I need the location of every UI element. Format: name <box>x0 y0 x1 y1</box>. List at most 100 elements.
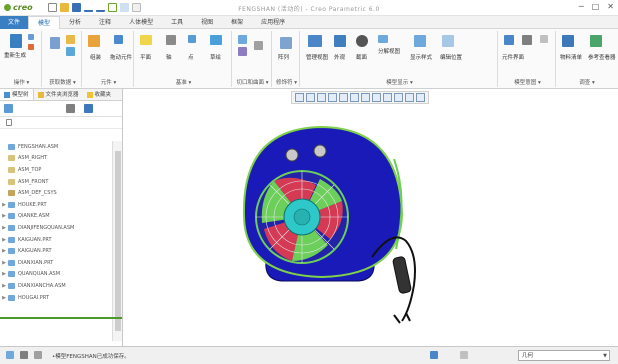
tab-model-tree[interactable]: 模型树 <box>0 89 34 100</box>
tree-item[interactable]: ASM_RIGHT <box>0 153 112 165</box>
group-label: 模型意图 ▾ <box>514 80 541 86</box>
extrude-icon[interactable] <box>238 35 247 44</box>
assemble-button-icon[interactable] <box>88 35 100 47</box>
bom-button[interactable]: 物料清单 <box>560 53 582 61</box>
tree-item[interactable]: ▶ QUANQUAN.ASM <box>0 269 112 281</box>
reference-viewer-icon[interactable] <box>590 35 602 47</box>
bom-icon[interactable] <box>562 35 574 47</box>
tree-item[interactable]: ▶ QIANKE.ASM <box>0 211 112 223</box>
skeleton-model-icon[interactable] <box>522 35 532 45</box>
maximize-button[interactable]: □ <box>592 2 600 11</box>
group-model-intent: 元件界面 模型意图 ▾ <box>500 31 556 87</box>
tree-scrollbar[interactable] <box>112 141 122 341</box>
tree-item[interactable]: ▶ HOUGAI.PRT <box>0 292 112 304</box>
display-style-icon[interactable] <box>414 35 426 47</box>
delete-icon[interactable] <box>28 44 34 50</box>
group-component: 组装 拖动元件 元件 ▾ <box>84 31 134 87</box>
model-tree-toolbar <box>0 101 122 117</box>
minimize-button[interactable]: ─ <box>579 2 584 11</box>
group-datum: 平面 轴 点 草绘 基准 ▾ <box>136 31 232 87</box>
window-title: FENGSHAN (活动的) - Creo Parametric 6.0 <box>238 6 380 13</box>
section-button[interactable]: 截面 <box>356 53 367 61</box>
insert-here-indicator <box>0 317 122 319</box>
sketch-button[interactable]: 草绘 <box>210 53 221 61</box>
tree-root[interactable]: FENGSHAN.ASM <box>0 141 112 153</box>
display-style-button[interactable]: 显示样式 <box>410 53 432 61</box>
tree-item[interactable]: ▶ DIANXIANCHA.ASM <box>0 280 112 292</box>
tab-tools[interactable]: 工具 <box>162 16 192 29</box>
tab-model[interactable]: 模型 <box>28 16 61 29</box>
tab-framework[interactable]: 框架 <box>222 16 252 29</box>
tab-favorites[interactable]: 收藏夹 <box>83 89 116 100</box>
tree-view-icon[interactable] <box>4 104 13 113</box>
point-button[interactable]: 点 <box>188 53 194 61</box>
manage-views-icon[interactable] <box>308 35 322 47</box>
package-icon[interactable] <box>66 47 75 56</box>
status-bar: •模型FENGSHAN已成功保存。 几何 ▼ <box>0 346 618 364</box>
regenerate-icon[interactable] <box>10 34 22 48</box>
axis-button[interactable]: 轴 <box>166 53 172 61</box>
browser-toggle-icon[interactable] <box>34 351 42 359</box>
revolve-icon[interactable] <box>238 47 247 56</box>
tab-manikin[interactable]: 人体模型 <box>120 16 162 29</box>
point-icon[interactable] <box>188 35 196 43</box>
tree-item[interactable]: ▶ DIANXIAN.PRT <box>0 257 112 269</box>
plane-icon[interactable] <box>140 35 152 45</box>
fan-model[interactable] <box>124 89 618 346</box>
sketch-icon[interactable] <box>210 35 222 45</box>
component-interface-icon[interactable] <box>504 35 514 45</box>
plane-button[interactable]: 平面 <box>140 53 151 61</box>
tab-folder-browser[interactable]: 文件夹浏览器 <box>34 89 83 100</box>
model-tree-panel: 模型树 文件夹浏览器 收藏夹 FENGSHAN.ASM ASM_RIGHT AS… <box>0 89 123 346</box>
assemble-icon[interactable] <box>50 37 60 49</box>
tree-item[interactable]: ASM_TOP <box>0 164 112 176</box>
sweep-icon[interactable] <box>254 41 263 50</box>
explode-view-icon[interactable] <box>378 35 388 43</box>
tree-item[interactable]: ▶ HOUKE.PRT <box>0 199 112 211</box>
filter-icon[interactable] <box>460 351 468 359</box>
tab-analysis[interactable]: 分析 <box>60 16 90 29</box>
drag-component-button[interactable]: 拖动元件 <box>110 53 132 61</box>
reference-viewer-button[interactable]: 参考查看器 <box>588 53 616 61</box>
appearance-button[interactable]: 外观 <box>334 53 345 61</box>
graphics-window[interactable] <box>124 89 618 346</box>
copy-icon[interactable] <box>28 34 34 40</box>
knob-right <box>313 144 327 158</box>
tree-item[interactable]: ▶ KAIGUAN.PRT <box>0 234 112 246</box>
section-icon[interactable] <box>356 35 368 47</box>
create-icon[interactable] <box>66 35 75 44</box>
assemble-button[interactable]: 组装 <box>90 53 101 61</box>
message-log-icon[interactable] <box>6 351 14 359</box>
tree-item[interactable]: ▶ KAIGUAN.PRT <box>0 245 112 257</box>
group-cut-surface: 切口和曲面 ▾ <box>234 31 272 87</box>
navigator-toggle-icon[interactable] <box>20 351 28 359</box>
knob-left <box>285 148 299 162</box>
selection-filter-dropdown[interactable]: 几何 ▼ <box>518 350 610 361</box>
tree-item[interactable]: ASM_FRONT <box>0 176 112 188</box>
edit-position-icon[interactable] <box>442 35 454 47</box>
plug-prongs <box>393 312 411 324</box>
close-button[interactable]: ✕ <box>607 2 614 11</box>
tree-settings-icon[interactable] <box>84 104 93 113</box>
tab-annotate[interactable]: 注释 <box>90 16 120 29</box>
manage-views-button[interactable]: 管理视图 <box>306 53 328 61</box>
filter-icon[interactable] <box>6 119 12 126</box>
explode-view-button[interactable]: 分解视图 <box>378 47 400 55</box>
pattern-button[interactable]: 阵列 <box>278 53 289 61</box>
regenerate-button[interactable]: 重新生成 <box>4 51 26 59</box>
tab-applications[interactable]: 应用程序 <box>252 16 294 29</box>
tree-item[interactable]: ▶ DIANJIFENGQUAN.ASM <box>0 222 112 234</box>
tree-columns-icon[interactable] <box>66 104 75 113</box>
edit-position-button[interactable]: 编辑位置 <box>440 53 462 61</box>
axis-icon[interactable] <box>166 35 176 45</box>
tree-item[interactable]: ASM_DEF_CSYS <box>0 187 112 199</box>
pattern-icon[interactable] <box>280 37 292 49</box>
drag-icon[interactable] <box>114 35 123 44</box>
selection-icon[interactable] <box>430 351 438 359</box>
component-interface-button[interactable]: 元件界面 <box>502 53 524 61</box>
group-label: 获取数据 ▾ <box>49 80 76 86</box>
tab-file[interactable]: 文件 <box>0 16 29 29</box>
tab-view[interactable]: 视图 <box>192 16 222 29</box>
appearance-icon[interactable] <box>334 35 346 47</box>
parameters-icon[interactable] <box>540 35 548 43</box>
